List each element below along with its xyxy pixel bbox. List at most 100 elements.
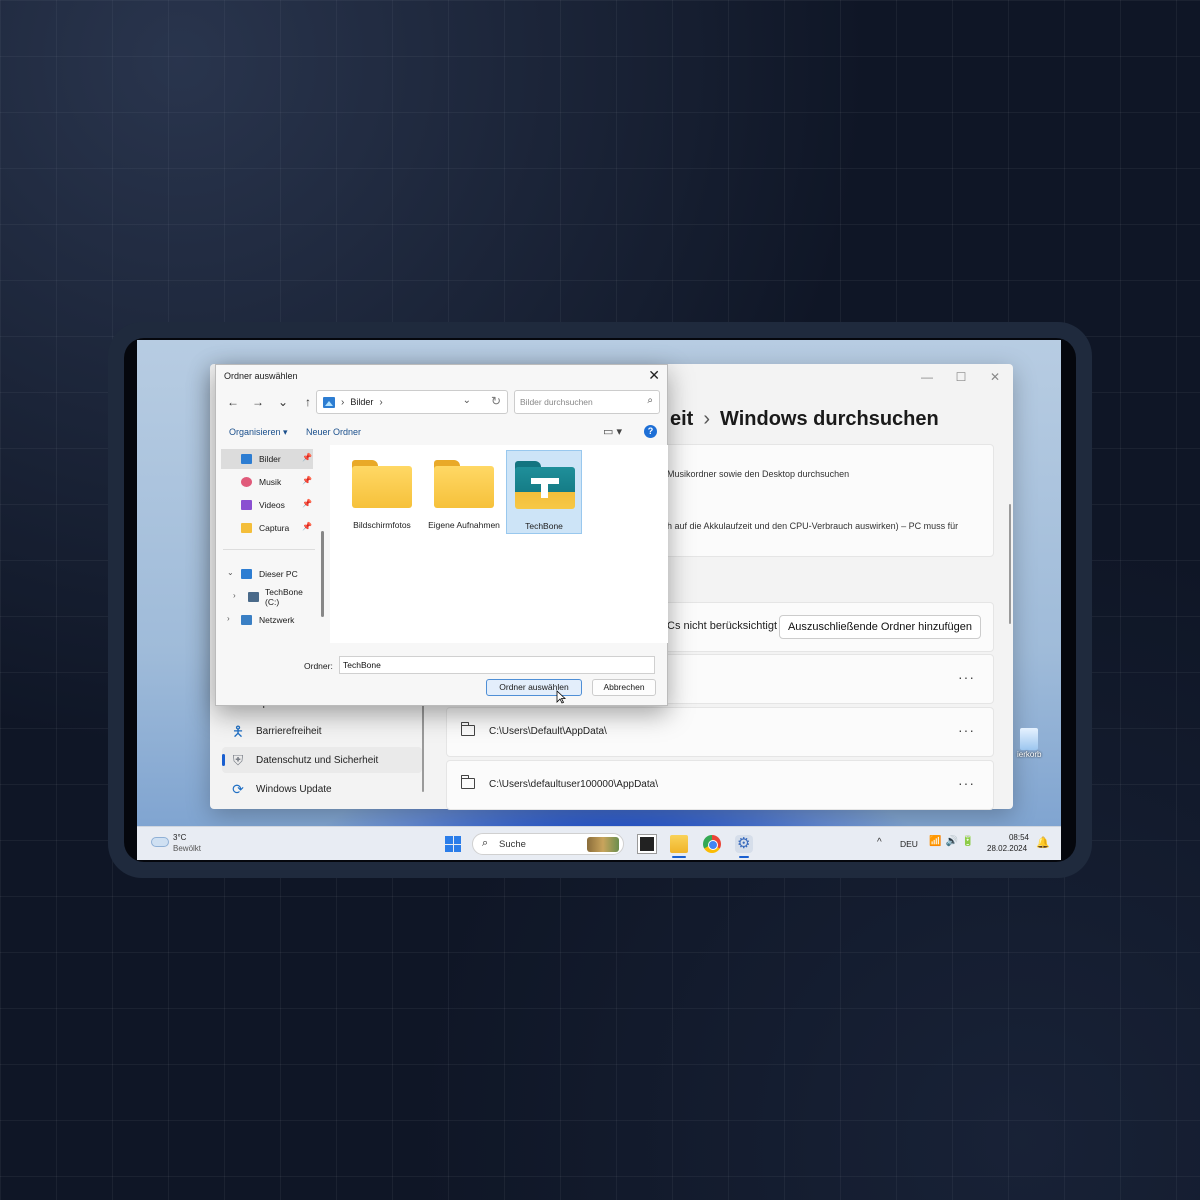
help-icon[interactable]: ? bbox=[644, 425, 657, 438]
folder-name-input[interactable] bbox=[339, 656, 655, 674]
address-location[interactable]: Bilder bbox=[350, 397, 373, 407]
accessibility-icon: 🯅 bbox=[231, 723, 245, 739]
nav-item-label: Dieser PC bbox=[259, 569, 298, 579]
input-language-indicator[interactable]: DEU bbox=[900, 839, 918, 849]
file-explorer-app-icon[interactable] bbox=[670, 835, 688, 858]
back-arrow-icon[interactable]: ← bbox=[226, 395, 240, 409]
navigation-scrollbar[interactable] bbox=[321, 531, 324, 617]
nav-item-label: Musik bbox=[259, 477, 282, 487]
more-options-button[interactable]: ··· bbox=[958, 722, 975, 738]
chrome-app-icon[interactable] bbox=[703, 835, 721, 853]
sidebar-item-privacy-security[interactable]: ⛨ Datenschutz und Sicherheit bbox=[222, 747, 422, 773]
device-frame: — ☐ ✕ eit › Windows durchsuchen Musikordne… bbox=[108, 322, 1092, 878]
folder-path: C:\Users\Default\AppData\ bbox=[489, 726, 607, 737]
folder-picker-dialog: Ordner auswählen ✕ ← → ⌄ ↑ › Bilder › ⌄ … bbox=[215, 364, 668, 706]
cloud-icon[interactable] bbox=[151, 837, 169, 847]
terminal-app-icon[interactable] bbox=[638, 835, 656, 853]
nav-item-drive-c[interactable]: › TechBone (C:) bbox=[221, 587, 313, 607]
maximize-button[interactable]: ☐ bbox=[953, 370, 969, 384]
sidebar-item-label: Datenschutz und Sicherheit bbox=[256, 754, 379, 766]
chevron-right-icon: › bbox=[341, 396, 345, 408]
search-input[interactable] bbox=[515, 391, 635, 413]
folder-icon bbox=[352, 460, 412, 508]
cancel-button[interactable]: Abbrechen bbox=[592, 679, 656, 696]
sidebar-item-windows-update[interactable]: ⟳ Windows Update bbox=[222, 776, 422, 802]
nav-item-network[interactable]: › Netzwerk bbox=[221, 610, 313, 630]
more-options-button[interactable]: ··· bbox=[958, 775, 975, 791]
folder-name: Eigene Aufnahmen bbox=[428, 520, 500, 530]
folder-tile-techbone[interactable]: TechBone bbox=[506, 450, 582, 534]
clock-date[interactable]: 28.02.2024 bbox=[987, 844, 1027, 853]
pictures-icon bbox=[241, 454, 252, 464]
navigation-buttons: ← → ⌄ ↑ bbox=[226, 395, 315, 409]
address-bar[interactable]: › Bilder › ⌄ ↻ bbox=[316, 390, 508, 414]
weather-description[interactable]: Bewölkt bbox=[173, 844, 201, 853]
pin-icon: 📌 bbox=[302, 476, 312, 485]
show-hidden-icons-button[interactable]: ^ bbox=[877, 837, 882, 848]
recycle-bin-desktop-icon[interactable]: ierkorb bbox=[1017, 728, 1042, 759]
chevron-right-icon[interactable]: › bbox=[233, 591, 236, 600]
nav-item-label: Netzwerk bbox=[259, 615, 295, 625]
pin-icon: 📌 bbox=[302, 522, 312, 531]
sidebar-scrollbar[interactable] bbox=[422, 704, 424, 792]
nav-item-this-pc[interactable]: ⌄ Dieser PC bbox=[221, 564, 313, 584]
content-scrollbar[interactable] bbox=[1009, 504, 1011, 624]
breadcrumb-current: Windows durchsuchen bbox=[720, 408, 939, 430]
folder-icon bbox=[434, 460, 494, 508]
select-folder-button[interactable]: Ordner auswählen bbox=[486, 679, 582, 696]
sidebar-item-accessibility[interactable]: 🯅 Barrierefreiheit bbox=[222, 718, 422, 744]
close-button[interactable]: ✕ bbox=[987, 370, 1003, 384]
nav-item-captura[interactable]: Captura 📌 bbox=[221, 518, 313, 538]
nav-item-videos[interactable]: Videos 📌 bbox=[221, 495, 313, 515]
videos-icon bbox=[241, 500, 252, 510]
view-options-icon[interactable]: ▭ ▾ bbox=[603, 425, 622, 438]
dialog-title: Ordner auswählen bbox=[224, 371, 298, 381]
breadcrumb-previous[interactable]: eit bbox=[670, 408, 693, 430]
new-folder-button[interactable]: Neuer Ordner bbox=[306, 427, 361, 437]
folder-icon bbox=[515, 461, 575, 509]
chevron-down-icon[interactable]: ⌄ bbox=[463, 395, 471, 406]
minimize-button[interactable]: — bbox=[919, 370, 935, 384]
folder-icon bbox=[241, 523, 252, 533]
enhanced-option-text: h auf die Akkulaufzeit und den CPU-Verbr… bbox=[667, 521, 959, 531]
nav-item-musik[interactable]: Musik 📌 bbox=[221, 472, 313, 492]
pictures-icon bbox=[323, 396, 335, 408]
recent-locations-icon[interactable]: ⌄ bbox=[276, 395, 290, 409]
start-button[interactable] bbox=[445, 836, 461, 852]
search-icon[interactable]: ⌕ bbox=[647, 395, 653, 406]
exclude-description: Cs nicht berücksichtigt bbox=[667, 620, 778, 632]
nav-item-bilder[interactable]: Bilder 📌 bbox=[221, 449, 313, 469]
clock-time[interactable]: 08:54 bbox=[1007, 833, 1029, 842]
organize-menu[interactable]: Organisieren ▾ bbox=[229, 427, 288, 438]
drive-icon bbox=[248, 592, 259, 602]
refresh-icon[interactable]: ↻ bbox=[491, 394, 501, 408]
folder-tile-bildschirmfotos[interactable]: Bildschirmfotos bbox=[344, 450, 420, 534]
taskbar-search[interactable]: ⌕ Suche bbox=[472, 833, 624, 855]
breadcrumb-separator: › bbox=[703, 408, 711, 430]
forward-arrow-icon[interactable]: → bbox=[251, 395, 265, 409]
dialog-close-button[interactable]: ✕ bbox=[648, 367, 660, 384]
notification-bell-icon[interactable]: 🔔 bbox=[1036, 836, 1050, 849]
mouse-cursor-icon bbox=[556, 690, 566, 704]
chevron-down-icon[interactable]: ⌄ bbox=[227, 568, 234, 577]
desktop-icon-label: ierkorb bbox=[1017, 750, 1042, 759]
up-arrow-icon[interactable]: ↑ bbox=[301, 395, 315, 409]
music-icon bbox=[241, 477, 252, 487]
weather-temperature[interactable]: 3°C bbox=[173, 833, 186, 842]
desktop-screen: — ☐ ✕ eit › Windows durchsuchen Musikordne… bbox=[137, 340, 1061, 860]
nav-item-label: TechBone (C:) bbox=[265, 587, 303, 607]
excluded-folder-row: C:\Users\defaultuser100000\AppData\ ··· bbox=[446, 760, 994, 810]
folder-tile-eigene-aufnahmen[interactable]: Eigene Aufnahmen bbox=[426, 450, 502, 534]
add-excluded-folder-button[interactable]: Auszuschließende Ordner hinzufügen bbox=[778, 615, 981, 639]
more-options-button[interactable]: ··· bbox=[958, 669, 975, 685]
chevron-right-icon[interactable]: › bbox=[227, 614, 230, 623]
folder-field-label: Ordner: bbox=[304, 661, 333, 671]
pin-icon: 📌 bbox=[302, 499, 312, 508]
settings-app-icon[interactable] bbox=[735, 834, 753, 858]
search-field: ⌕ bbox=[514, 390, 660, 414]
network-volume-battery-icons[interactable]: 📶🔊🔋 bbox=[929, 836, 978, 847]
folder-path: C:\Users\defaultuser100000\AppData\ bbox=[489, 779, 658, 790]
windows-update-icon: ⟳ bbox=[232, 781, 244, 797]
chevron-right-icon[interactable]: › bbox=[379, 397, 382, 408]
window-controls: — ☐ ✕ bbox=[919, 370, 1003, 384]
